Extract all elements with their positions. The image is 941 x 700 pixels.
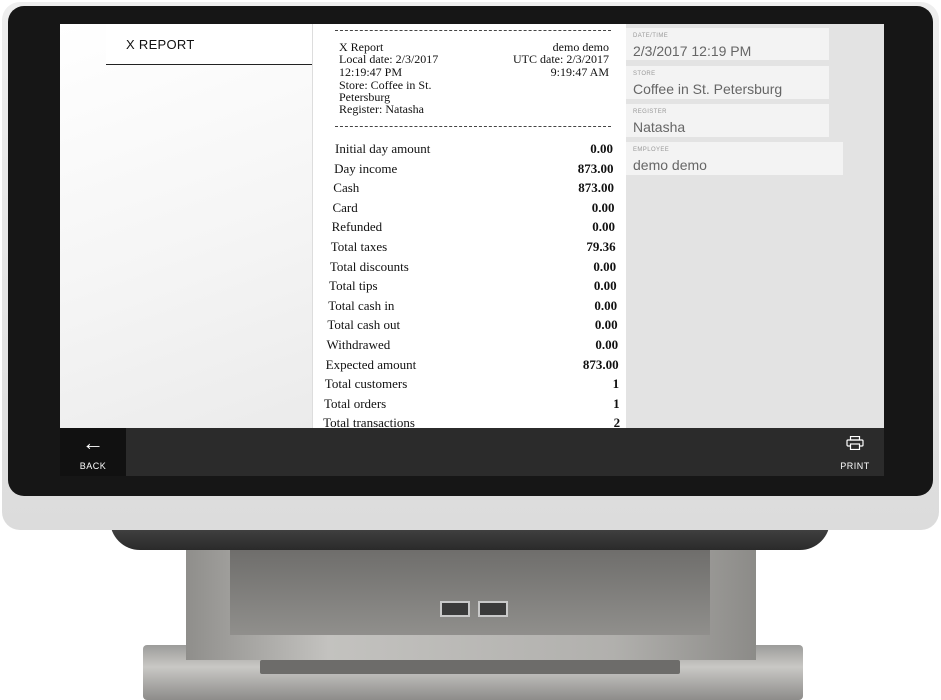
store-value: Coffee in St. Petersburg (633, 81, 783, 97)
report-list-item-label: X REPORT (126, 37, 195, 52)
receipt-divider (335, 126, 611, 127)
receipt-row-value: 873.00 (578, 180, 615, 196)
usb-port-icon (478, 601, 508, 617)
receipt-row-value: 0.00 (593, 278, 617, 294)
report-list-item-x-report[interactable]: X REPORT (106, 24, 312, 65)
monitor-stand-panel (230, 540, 710, 635)
print-button-label: PRINT (840, 461, 870, 471)
receipt-row-label: Total discounts (329, 258, 409, 274)
printer-icon (846, 436, 864, 450)
datetime-value: 2/3/2017 12:19 PM (633, 43, 752, 59)
register-caption: REGISTER (633, 109, 667, 115)
datetime-caption: DATE/TIME (633, 33, 669, 39)
reports-list-panel: X REPORT > (60, 24, 326, 428)
back-button-label: BACK (79, 461, 107, 471)
receipt-row-label: Withdrawed (326, 337, 391, 352)
receipt-row-value: 0.00 (594, 297, 618, 313)
bottom-toolbar: ← BACK PRINT (60, 428, 884, 476)
receipt-row-label: Initial day amount (335, 141, 431, 156)
receipt-register: Register: Natasha (339, 102, 424, 116)
x-report-receipt[interactable]: X Report demo demo Local date: 2/3/2017 … (312, 24, 627, 428)
receipt-row-label: Expected amount (325, 356, 417, 372)
receipt-row-label: Total tips (329, 278, 378, 294)
receipt-row-label: Refunded (331, 219, 383, 235)
receipt-row-value: 0.00 (591, 199, 615, 215)
receipt-row-label: Day income (334, 160, 398, 176)
receipt-utc-time: 9:19:47 AM (550, 65, 609, 79)
receipt-row-label: Total cash out (327, 317, 401, 333)
receipt-row-label: Total orders (323, 395, 387, 411)
receipt-row-value: 0.00 (590, 141, 613, 156)
receipt-row-label: Total taxes (330, 239, 388, 254)
receipt-row-value: 0.00 (595, 337, 619, 352)
receipt-row-label: Total customers (324, 376, 408, 392)
receipt-row-value: 79.36 (586, 239, 616, 254)
arrow-left-icon: ← (82, 430, 104, 455)
receipt-row-value: 2 (613, 415, 621, 428)
receipt-row-value: 873.00 (577, 160, 614, 176)
employee-caption: EMPLOYEE (633, 147, 670, 153)
receipt-row-label: Cash (333, 180, 360, 196)
register-value: Natasha (633, 119, 686, 135)
receipt-row-value: 0.00 (594, 317, 618, 333)
receipt-row-value: 1 (613, 395, 620, 411)
pos-screen: X REPORT > X Report demo demo Local date… (60, 24, 884, 476)
register-field: REGISTER Natasha (626, 104, 829, 137)
receipt-row-value: 0.00 (592, 219, 616, 235)
receipt-divider (335, 30, 611, 31)
employee-field: EMPLOYEE demo demo (626, 142, 843, 175)
back-button[interactable]: ← BACK (60, 428, 126, 476)
receipt-row-label: Total transactions (323, 415, 415, 428)
monitor-stand-lip (260, 660, 680, 674)
receipt-row-label: Total cash in (328, 297, 395, 313)
receipt-row-value: 1 (612, 376, 620, 392)
datetime-field: DATE/TIME 2/3/2017 12:19 PM (626, 28, 829, 60)
employee-value: demo demo (633, 157, 707, 173)
receipt-row-value: 0.00 (593, 258, 617, 274)
store-field: STORE Coffee in St. Petersburg (626, 66, 829, 99)
usb-port-icon (440, 601, 470, 617)
receipt-row-label: Card (332, 199, 358, 215)
report-info-panel: DATE/TIME 2/3/2017 12:19 PM STORE Coffee… (626, 24, 884, 428)
store-caption: STORE (633, 71, 656, 77)
print-button[interactable]: PRINT (826, 428, 884, 476)
receipt-row-value: 873.00 (582, 356, 619, 372)
